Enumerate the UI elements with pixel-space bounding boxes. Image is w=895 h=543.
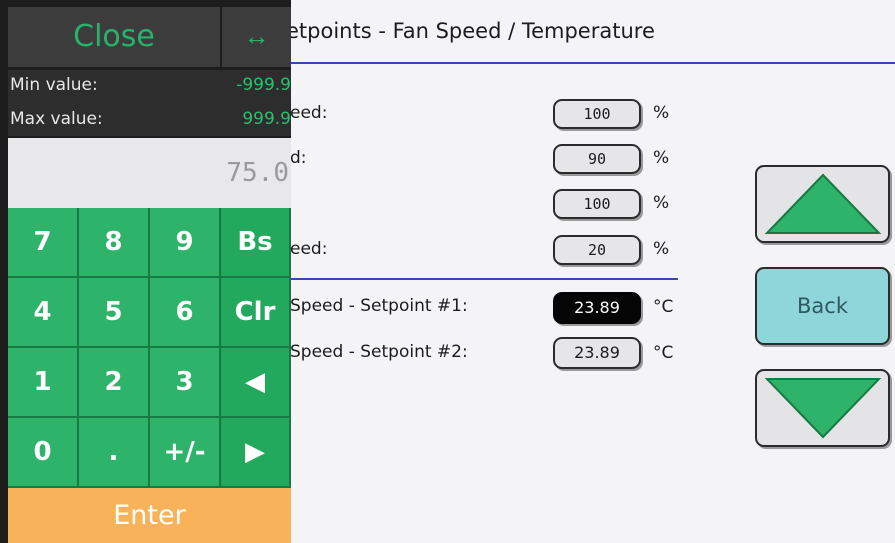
sign-toggle-key[interactable]: +/-: [150, 418, 221, 488]
key-6[interactable]: 6: [150, 278, 221, 348]
setpoint-2-label: Speed - Setpoint #2:: [290, 342, 468, 362]
move-arrows-icon[interactable]: ↔: [222, 7, 291, 67]
backspace-key[interactable]: Bs: [221, 208, 291, 278]
section-divider: [286, 278, 678, 280]
range-info: Min value: -999.9 Max value: 999.9: [8, 70, 291, 136]
setpoint-1-unit: °C: [653, 297, 674, 317]
unit-label-3: %: [653, 193, 670, 213]
max-value: 999.9: [242, 109, 291, 129]
key-9[interactable]: 9: [150, 208, 221, 278]
key-2[interactable]: 2: [79, 348, 150, 418]
numeric-keypad: Close ↔ Min value: -999.9 Max value: 999…: [0, 0, 291, 543]
setpoint-2-field[interactable]: 23.89: [553, 337, 641, 369]
row-label-1: eed:: [290, 103, 328, 123]
triangle-up-icon: [764, 173, 881, 234]
scroll-down-button[interactable]: [755, 369, 890, 447]
clear-key[interactable]: Clr: [221, 278, 291, 348]
value-field-4[interactable]: 20: [553, 235, 641, 265]
value-field-2[interactable]: 90: [553, 144, 641, 174]
key-5[interactable]: 5: [79, 278, 150, 348]
setpoint-1-label: Speed - Setpoint #1:: [290, 296, 468, 316]
key-1[interactable]: 1: [8, 348, 79, 418]
key-0[interactable]: 0: [8, 418, 79, 488]
unit-label-1: %: [653, 103, 670, 123]
title-divider: [286, 62, 895, 64]
page-title: etpoints - Fan Speed / Temperature: [286, 19, 655, 43]
setpoint-1-field[interactable]: 23.89: [553, 292, 641, 324]
row-label-4: eed:: [290, 239, 328, 259]
value-field-3[interactable]: 100: [553, 189, 641, 219]
row-label-2: d:: [290, 148, 307, 168]
value-display: 75.0: [8, 138, 291, 208]
enter-button[interactable]: Enter: [8, 488, 291, 543]
decimal-key[interactable]: .: [79, 418, 150, 488]
back-label: Back: [797, 294, 848, 318]
triangle-down-icon: [764, 378, 881, 439]
key-3[interactable]: 3: [150, 348, 221, 418]
min-label: Min value:: [10, 75, 98, 95]
cursor-right-icon[interactable]: ▶: [221, 418, 291, 488]
back-button[interactable]: Back: [755, 267, 890, 345]
close-button[interactable]: Close: [8, 7, 220, 67]
scroll-up-button[interactable]: [755, 165, 890, 243]
key-4[interactable]: 4: [8, 278, 79, 348]
unit-label-4: %: [653, 239, 670, 259]
keypad-grid: 7 8 9 Bs 4 5 6 Clr 1 2 3 ◀ 0 . +/- ▶: [8, 208, 291, 488]
unit-label-2: %: [653, 148, 670, 168]
key-8[interactable]: 8: [79, 208, 150, 278]
setpoint-2-unit: °C: [653, 343, 674, 363]
min-value: -999.9: [236, 75, 291, 95]
value-field-1[interactable]: 100: [553, 99, 641, 129]
max-label: Max value:: [10, 109, 103, 129]
key-7[interactable]: 7: [8, 208, 79, 278]
cursor-left-icon[interactable]: ◀: [221, 348, 291, 418]
